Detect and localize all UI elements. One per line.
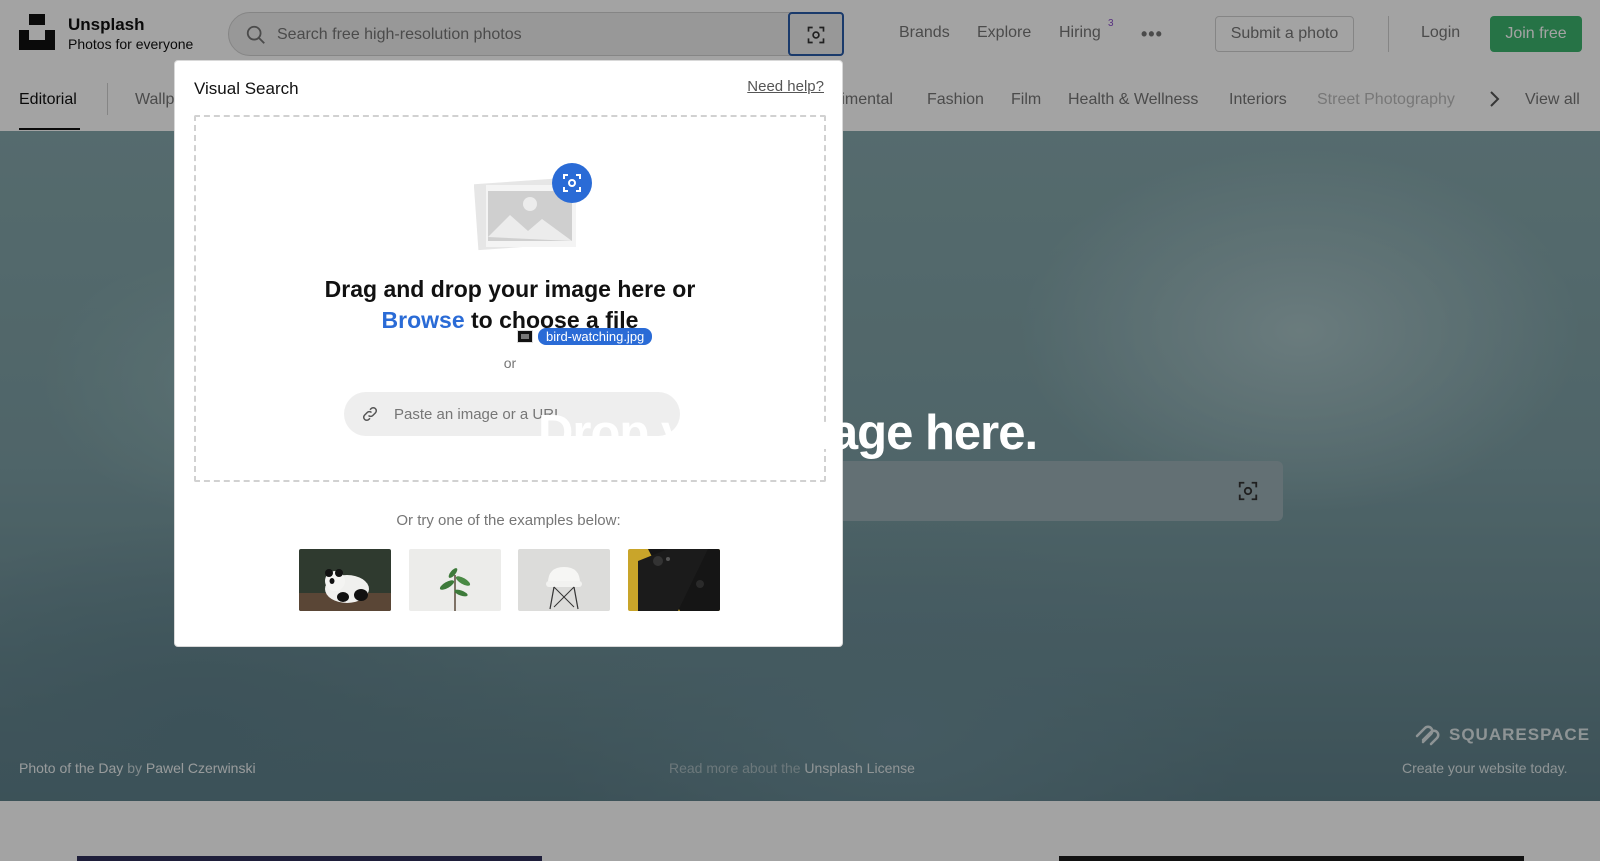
- examples-label: Or try one of the examples below:: [396, 512, 621, 529]
- gallery-image-1[interactable]: [77, 856, 542, 861]
- example-chair[interactable]: [518, 549, 610, 611]
- drop-message: Drop your image here.: [538, 406, 1038, 460]
- image-file-icon: [517, 329, 533, 343]
- dragged-file-indicator: bird-watching.jpg: [517, 327, 653, 345]
- or-separator: or: [503, 355, 517, 371]
- gallery-image-2[interactable]: [1059, 856, 1524, 861]
- need-help-link[interactable]: Need help?: [747, 78, 824, 95]
- example-plant[interactable]: [409, 549, 501, 611]
- browse-link[interactable]: Browse: [382, 307, 465, 333]
- example-panda[interactable]: [299, 549, 391, 611]
- drag-instruction: Drag and drop your image here or: [324, 276, 696, 302]
- example-phone[interactable]: [628, 549, 720, 611]
- drag-instruction-2: Browse to choose a file: [196, 307, 824, 334]
- visual-search-panel: Visual Search Need help? Drag and drop y…: [174, 60, 843, 647]
- image-placeholder-icon: [474, 163, 592, 251]
- panel-title: Visual Search: [194, 79, 299, 98]
- dragged-file-name: bird-watching.jpg: [538, 327, 653, 345]
- link-icon: [362, 406, 378, 422]
